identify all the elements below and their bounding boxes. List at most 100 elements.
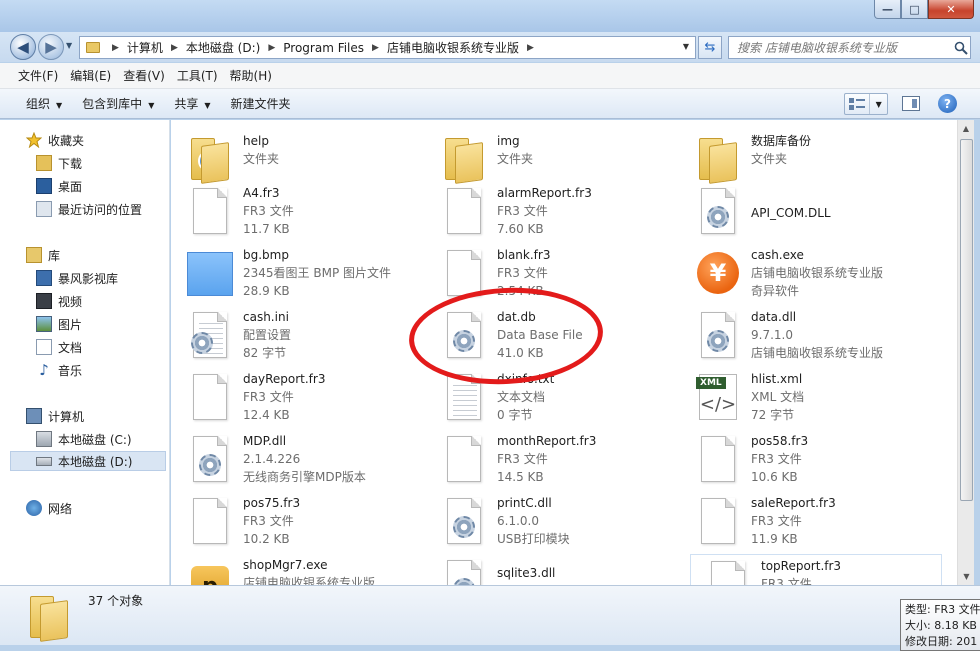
file-item[interactable]: XML </> hlist.xml XML 文档 72 字节 [681,368,933,430]
nav-baofeng-library[interactable]: 暴风影视库 [36,268,118,288]
nav-music[interactable]: ♪ 音乐 [36,360,82,380]
menu-help[interactable]: 帮助(H) [224,67,278,84]
minimize-button[interactable]: — [874,0,901,19]
file-item[interactable]: alarmReport.fr3 FR3 文件 7.60 KB [427,182,679,244]
chevron-right-icon[interactable]: ▶ [521,43,540,53]
file-type: FR3 文件 [751,514,802,528]
search-box[interactable]: 搜索 店铺电脑收银系统专业版 [728,36,971,59]
file-description: 店铺电脑收银系统专业版 [751,266,884,280]
address-bar[interactable]: ▶ 计算机 ▶ 本地磁盘 (D:) ▶ Program Files ▶ 店铺电脑… [79,36,696,59]
breadcrumb-program-files[interactable]: Program Files [281,41,366,55]
breadcrumb-drive-d[interactable]: 本地磁盘 (D:) [184,39,262,56]
nav-desktop[interactable]: 桌面 [36,176,82,196]
file-item[interactable]: API_COM.DLL [681,182,933,244]
recent-places-icon [36,201,52,217]
maximize-button[interactable]: □ [901,0,928,19]
file-item[interactable]: sqlite3.dll [427,554,679,585]
nav-drive-d[interactable]: 本地磁盘 (D:) [10,451,166,471]
menu-view[interactable]: 查看(V) [117,67,171,84]
file-item[interactable]: dxinfo.txt 文本文档 0 字节 [427,368,679,430]
chevron-down-icon[interactable]: ▼ [870,100,887,109]
file-item[interactable]: ¥ cash.exe 店铺电脑收银系统专业版 奇异软件 [681,244,933,306]
help-globe-icon [198,150,220,172]
search-icon[interactable] [952,39,970,57]
file-item[interactable]: blank.fr3 FR3 文件 2.54 KB [427,244,679,306]
recent-pages-dropdown[interactable]: ▼ [66,41,72,50]
caption-buttons: — □ ✕ [874,0,974,19]
film-icon [36,293,52,309]
scroll-thumb[interactable] [960,139,973,501]
breadcrumb-current-folder[interactable]: 店铺电脑收银系统专业版 [385,39,521,56]
new-folder-button[interactable]: 新建文件夹 [221,95,301,112]
chevron-right-icon[interactable]: ▶ [366,43,385,53]
nav-label: 计算机 [48,409,85,424]
folder-icon [86,42,100,53]
tooltip-modified: 修改日期: 201 [905,635,978,648]
preview-pane-button[interactable] [902,96,920,111]
forward-button[interactable]: ▶ [38,34,64,60]
document-icon [693,434,745,486]
close-button[interactable]: ✕ [928,0,974,19]
file-item[interactable]: dayReport.fr3 FR3 文件 12.4 KB [173,368,425,430]
help-icon[interactable]: ? [938,94,957,113]
file-name: help [243,134,269,148]
nav-favorites[interactable]: 收藏夹 [25,130,84,150]
file-description: USB打印模块 [497,532,570,546]
nav-drive-c[interactable]: 本地磁盘 (C:) [36,429,132,449]
organize-button[interactable]: 组织 ▼ [16,95,72,112]
nav-downloads[interactable]: 下载 [36,153,82,173]
chevron-right-icon[interactable]: ▶ [106,43,125,53]
file-name: shopMgr7.exe [243,558,328,572]
file-item[interactable]: dat.db Data Base File 41.0 KB [427,306,679,368]
file-item[interactable]: cash.ini 配置设置 82 字节 [173,306,425,368]
nav-network[interactable]: 网络 [26,498,72,518]
include-in-library-button[interactable]: 包含到库中 ▼ [72,95,164,112]
chevron-down-icon: ▼ [148,101,155,110]
nav-label: 最近访问的位置 [58,202,143,217]
file-item-hovered[interactable]: topReport.fr3 FR3 文件 [690,554,942,585]
tooltip-type: 类型: FR3 文件 [905,603,980,616]
nav-libraries[interactable]: 库 [26,245,60,265]
menu-file[interactable]: 文件(F) [12,67,64,84]
scroll-up-icon[interactable]: ▲ [958,120,974,137]
vertical-scrollbar[interactable]: ▲ ▼ [957,120,974,585]
nav-label: 音乐 [58,363,83,378]
view-icon [845,94,871,114]
menu-tools[interactable]: 工具(T) [171,67,224,84]
chevron-right-icon[interactable]: ▶ [262,43,281,53]
refresh-button[interactable]: ⇆ [698,36,722,59]
menu-edit[interactable]: 编辑(E) [64,67,117,84]
file-name: cash.ini [243,310,289,324]
share-button[interactable]: 共享 ▼ [164,95,220,112]
nav-recent-places[interactable]: 最近访问的位置 [36,199,142,219]
file-name: pos75.fr3 [243,496,301,510]
chevron-right-icon[interactable]: ▶ [165,43,184,53]
file-item[interactable]: p shopMgr7.exe 店铺电脑收银系统专业版 [173,554,425,585]
breadcrumb-computer[interactable]: 计算机 [125,39,165,56]
nav-documents[interactable]: 文档 [36,337,82,357]
file-size: 12.4 KB [243,408,290,422]
file-size: 0 字节 [497,408,533,422]
file-item[interactable]: printC.dll 6.1.0.0 USB打印模块 [427,492,679,554]
file-item[interactable]: pos75.fr3 FR3 文件 10.2 KB [173,492,425,554]
xml-file-icon: XML </> [693,372,745,424]
file-item[interactable]: MDP.dll 2.1.4.226 无线商务引擎MDP版本 [173,430,425,492]
nav-computer[interactable]: 计算机 [26,406,84,426]
file-item[interactable]: A4.fr3 FR3 文件 11.7 KB [173,182,425,244]
file-item[interactable]: data.dll 9.7.1.0 店铺电脑收银系统专业版 [681,306,933,368]
scroll-down-icon[interactable]: ▼ [958,568,975,585]
nav-videos[interactable]: 视频 [36,291,82,311]
back-button[interactable]: ◀ [10,34,36,60]
change-view-button[interactable]: ▼ [844,93,888,115]
text-file-icon [439,372,491,424]
file-item[interactable]: saleReport.fr3 FR3 文件 11.9 KB [681,492,933,554]
file-type: 文件夹 [243,152,280,166]
file-item[interactable]: bg.bmp 2345看图王 BMP 图片文件 28.9 KB [173,244,425,306]
nav-pictures[interactable]: 图片 [36,314,82,334]
file-item[interactable]: pos58.fr3 FR3 文件 10.6 KB [681,430,933,492]
file-item[interactable]: monthReport.fr3 FR3 文件 14.5 KB [427,430,679,492]
address-dropdown[interactable]: ▼ [683,42,689,51]
folder-icon [24,592,68,640]
nav-label: 下载 [58,156,83,171]
search-input[interactable]: 搜索 店铺电脑收银系统专业版 [737,39,952,56]
